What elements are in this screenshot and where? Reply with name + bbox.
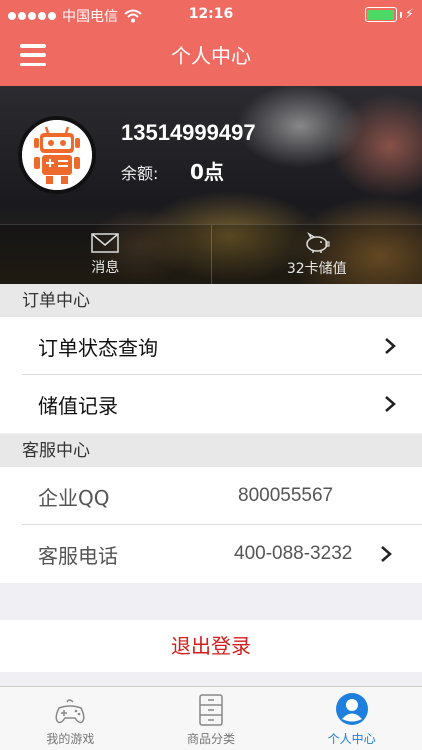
card-topup-tab[interactable]: 32卡储值 bbox=[210, 225, 422, 284]
charging-icon: ⚡ bbox=[404, 7, 414, 22]
gamepad-icon bbox=[55, 699, 85, 724]
tab-profile[interactable]: 个人中心 bbox=[281, 687, 422, 750]
service-section-header: 客服中心 bbox=[0, 434, 422, 468]
page-title: 个人中心 bbox=[171, 44, 251, 68]
cabinet-icon bbox=[199, 694, 223, 726]
battery-icon: ⚡ bbox=[364, 7, 414, 22]
robot-icon bbox=[22, 120, 92, 190]
chevron-right-icon bbox=[385, 396, 396, 412]
messages-tab[interactable]: 消息 bbox=[0, 225, 211, 284]
service-phone-value: 400-088-3232 bbox=[234, 543, 353, 564]
tab-my-games[interactable]: 我的游戏 bbox=[0, 687, 141, 750]
qq-label: 企业QQ bbox=[38, 485, 110, 510]
topup-record-row[interactable]: 储值记录 bbox=[0, 375, 422, 433]
header: 中国电信 12:16 ⚡ 个人中心 bbox=[0, 0, 422, 86]
phone-service-row[interactable]: 客服电话 400-088-3232 bbox=[0, 525, 422, 583]
qq-row[interactable]: 企业QQ 800055567 bbox=[0, 467, 422, 525]
user-phone: 13514999497 bbox=[121, 120, 256, 145]
topup-record-label: 储值记录 bbox=[38, 393, 118, 418]
tab-categories[interactable]: 商品分类 bbox=[141, 687, 282, 750]
profile-banner: 13514999497 余额: 0点 消息 32卡储值 bbox=[0, 86, 422, 284]
balance-label: 余额: bbox=[121, 164, 159, 183]
order-section-header: 订单中心 bbox=[0, 284, 422, 318]
piggy-bank-icon bbox=[306, 231, 330, 253]
tab-profile-label: 个人中心 bbox=[327, 732, 376, 746]
logout-button[interactable]: 退出登录 bbox=[0, 620, 422, 672]
service-phone-label: 客服电话 bbox=[38, 543, 118, 568]
status-bar: 中国电信 12:16 ⚡ bbox=[0, 0, 422, 30]
tab-bar: 我的游戏 商品分类 个人中心 bbox=[0, 686, 422, 750]
order-status-label: 订单状态查询 bbox=[38, 335, 158, 360]
card-topup-label: 32卡储值 bbox=[286, 260, 347, 277]
user-icon bbox=[335, 693, 368, 725]
profile-tabs: 消息 32卡储值 bbox=[0, 224, 422, 284]
chevron-right-icon bbox=[385, 338, 396, 354]
balance-value: 0点 bbox=[190, 160, 224, 184]
clock: 12:16 bbox=[188, 6, 234, 22]
tab-categories-label: 商品分类 bbox=[187, 732, 236, 746]
qq-value: 800055567 bbox=[238, 485, 334, 506]
avatar[interactable] bbox=[18, 116, 96, 194]
envelope-icon bbox=[91, 232, 119, 253]
chevron-right-icon bbox=[381, 546, 392, 562]
messages-label: 消息 bbox=[91, 259, 120, 276]
order-status-row[interactable]: 订单状态查询 bbox=[0, 317, 422, 375]
tab-my-games-label: 我的游戏 bbox=[46, 732, 95, 746]
